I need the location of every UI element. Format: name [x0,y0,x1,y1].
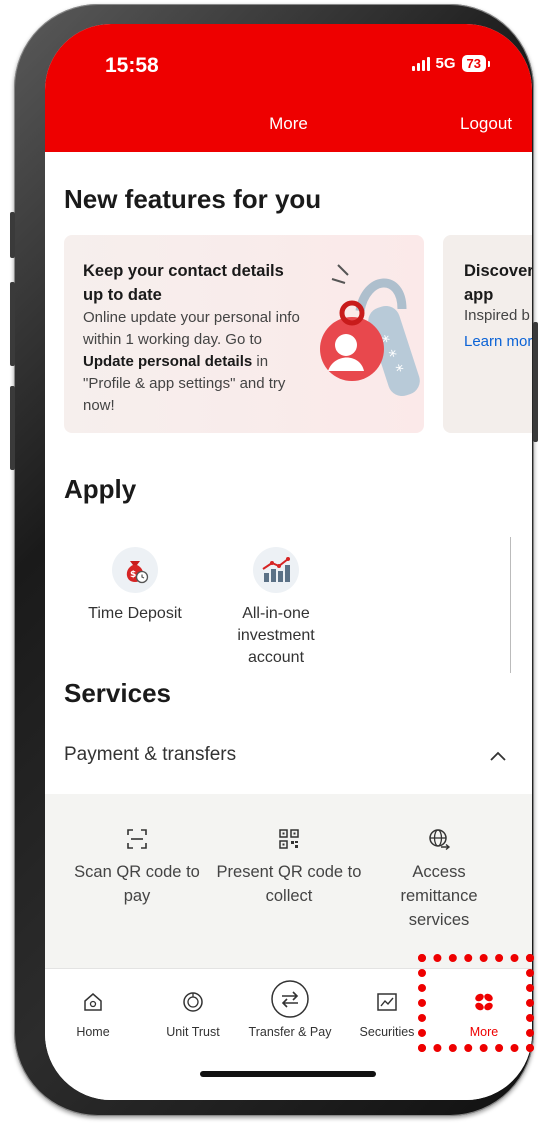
nav-unit-trust[interactable]: Unit Trust [153,985,233,1039]
apply-scroll-divider [510,537,511,673]
status-time: 15:58 [105,54,159,77]
feature-card-title-2: Discover app [464,262,532,304]
bar-chart-growth-icon [253,547,299,593]
payment-transfers-label: Payment & transfers [64,744,237,765]
remittance-services-button[interactable]: Access remittance services [379,822,499,932]
logout-button[interactable]: Logout [460,114,512,134]
update-personal-details-text: Update personal details [83,353,253,370]
feature-card-discover[interactable]: Discover app Inspired b Learn mor [443,235,532,433]
apply-item-label: All-in-one investment account [237,605,315,666]
feature-card-body: Online update your personal info within … [83,309,300,414]
transfer-icon [243,979,337,1019]
volume-down-button [10,386,15,470]
phone-frame: 15:58 5G 73 More Logout New features for… [10,4,538,1116]
nav-label: Home [76,1025,110,1039]
money-bag-icon: $ [112,547,158,593]
volume-up-button [10,282,15,366]
battery-icon: 73 [461,55,491,72]
unit-trust-icon [153,985,233,1019]
nav-transfer-pay[interactable]: Transfer & Pay [243,979,337,1039]
nav-securities[interactable]: Securities [347,985,427,1039]
battery-level: 73 [466,56,481,71]
chevron-up-icon[interactable] [489,750,507,762]
learn-more-link[interactable]: Learn mor [464,333,532,350]
service-label: Access remittance services [400,863,478,929]
globe-transfer-icon [379,822,499,856]
nav-label: Transfer & Pay [248,1025,332,1039]
page-title: More [269,114,308,133]
apply-item-label: Time Deposit [88,605,182,622]
highlight-more-box [418,954,534,1052]
feature-card-title: Keep your contact details up to date [83,262,284,304]
nav-label: Securities [359,1025,415,1039]
status-indicators: 5G 73 [411,55,491,72]
mute-switch [10,212,15,258]
apply-heading: Apply [64,474,137,504]
apply-time-deposit[interactable]: $ Time Deposit [75,547,195,625]
scan-qr-icon [67,822,207,856]
key-tag-illustration: * * * [320,264,420,397]
nav-label: Unit Trust [166,1025,220,1039]
signal-icon [411,56,430,71]
services-heading: Services [64,678,171,708]
payment-transfers-header[interactable]: Payment & transfers [64,744,512,766]
scan-qr-pay-button[interactable]: Scan QR code to pay [67,822,207,908]
feature-card-subtitle-2: Inspired b [464,307,530,324]
qr-code-icon [215,822,363,856]
new-features-heading: New features for you [64,184,322,214]
svg-text:$: $ [130,570,136,580]
app-screen: 15:58 5G 73 More Logout New features for… [45,24,532,1100]
apply-investment-account[interactable]: All-in-one investment account [215,547,337,669]
network-type: 5G [435,55,456,72]
securities-chart-icon [347,985,427,1019]
nav-home[interactable]: Home [59,985,127,1039]
service-label: Present QR code to collect [216,863,362,905]
service-label: Scan QR code to pay [74,863,200,905]
present-qr-collect-button[interactable]: Present QR code to collect [215,822,363,908]
power-button [533,322,538,442]
home-indicator [200,1071,376,1077]
feature-card-contact-details[interactable]: Keep your contact details up to date Onl… [64,235,424,433]
home-icon [59,985,127,1019]
